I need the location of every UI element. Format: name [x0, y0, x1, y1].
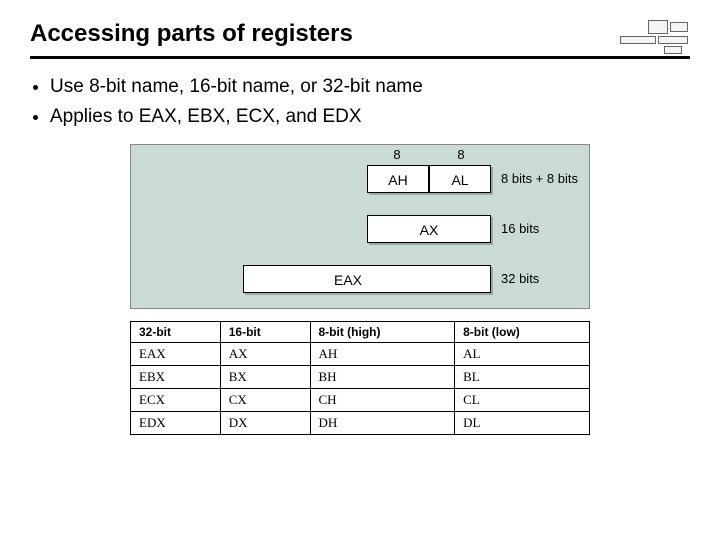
cell: BH [310, 366, 455, 389]
cell: EDX [131, 412, 221, 435]
col-8bit-low: 8-bit (low) [455, 322, 590, 343]
cell: BL [455, 366, 590, 389]
computer-icon [620, 20, 690, 56]
cell: EAX [131, 343, 221, 366]
table-row: ECX CX CH CL [131, 389, 590, 412]
col-16bit: 16-bit [220, 322, 310, 343]
reg-box-ah: AH [367, 165, 429, 193]
cell: CX [220, 389, 310, 412]
cell: CH [310, 389, 455, 412]
register-name-table: 32-bit 16-bit 8-bit (high) 8-bit (low) E… [130, 321, 590, 435]
cell: CL [455, 389, 590, 412]
bit-width-label: 8 [431, 147, 491, 162]
list-item: Use 8-bit name, 16-bit name, or 32-bit n… [50, 73, 690, 101]
reg-box-al: AL [429, 165, 491, 193]
register-diagram: 8 8 AH AL 8 bits + 8 bits AX 16 bits EAX… [130, 144, 590, 309]
table-row: EBX BX BH BL [131, 366, 590, 389]
title-underline [30, 56, 690, 59]
reg-box-eax: EAX [243, 265, 491, 293]
bit-desc-32: 32 bits [501, 271, 539, 286]
bit-desc-8: 8 bits + 8 bits [501, 171, 578, 186]
cell: ECX [131, 389, 221, 412]
col-32bit: 32-bit [131, 322, 221, 343]
slide: Accessing parts of registers Use 8-bit n… [0, 0, 720, 540]
cell: AX [220, 343, 310, 366]
bullet-list: Use 8-bit name, 16-bit name, or 32-bit n… [50, 73, 690, 130]
table-row: EAX AX AH AL [131, 343, 590, 366]
cell: DH [310, 412, 455, 435]
list-item: Applies to EAX, EBX, ECX, and EDX [50, 103, 690, 131]
cell: EBX [131, 366, 221, 389]
cell: DX [220, 412, 310, 435]
table-row: EDX DX DH DL [131, 412, 590, 435]
table-header-row: 32-bit 16-bit 8-bit (high) 8-bit (low) [131, 322, 590, 343]
header-row: Accessing parts of registers [30, 20, 690, 56]
reg-box-ax: AX [367, 215, 491, 243]
cell: AL [455, 343, 590, 366]
cell: BX [220, 366, 310, 389]
col-8bit-high: 8-bit (high) [310, 322, 455, 343]
cell: DL [455, 412, 590, 435]
page-title: Accessing parts of registers [30, 20, 353, 48]
cell: AH [310, 343, 455, 366]
bit-width-label: 8 [367, 147, 427, 162]
bit-desc-16: 16 bits [501, 221, 539, 236]
